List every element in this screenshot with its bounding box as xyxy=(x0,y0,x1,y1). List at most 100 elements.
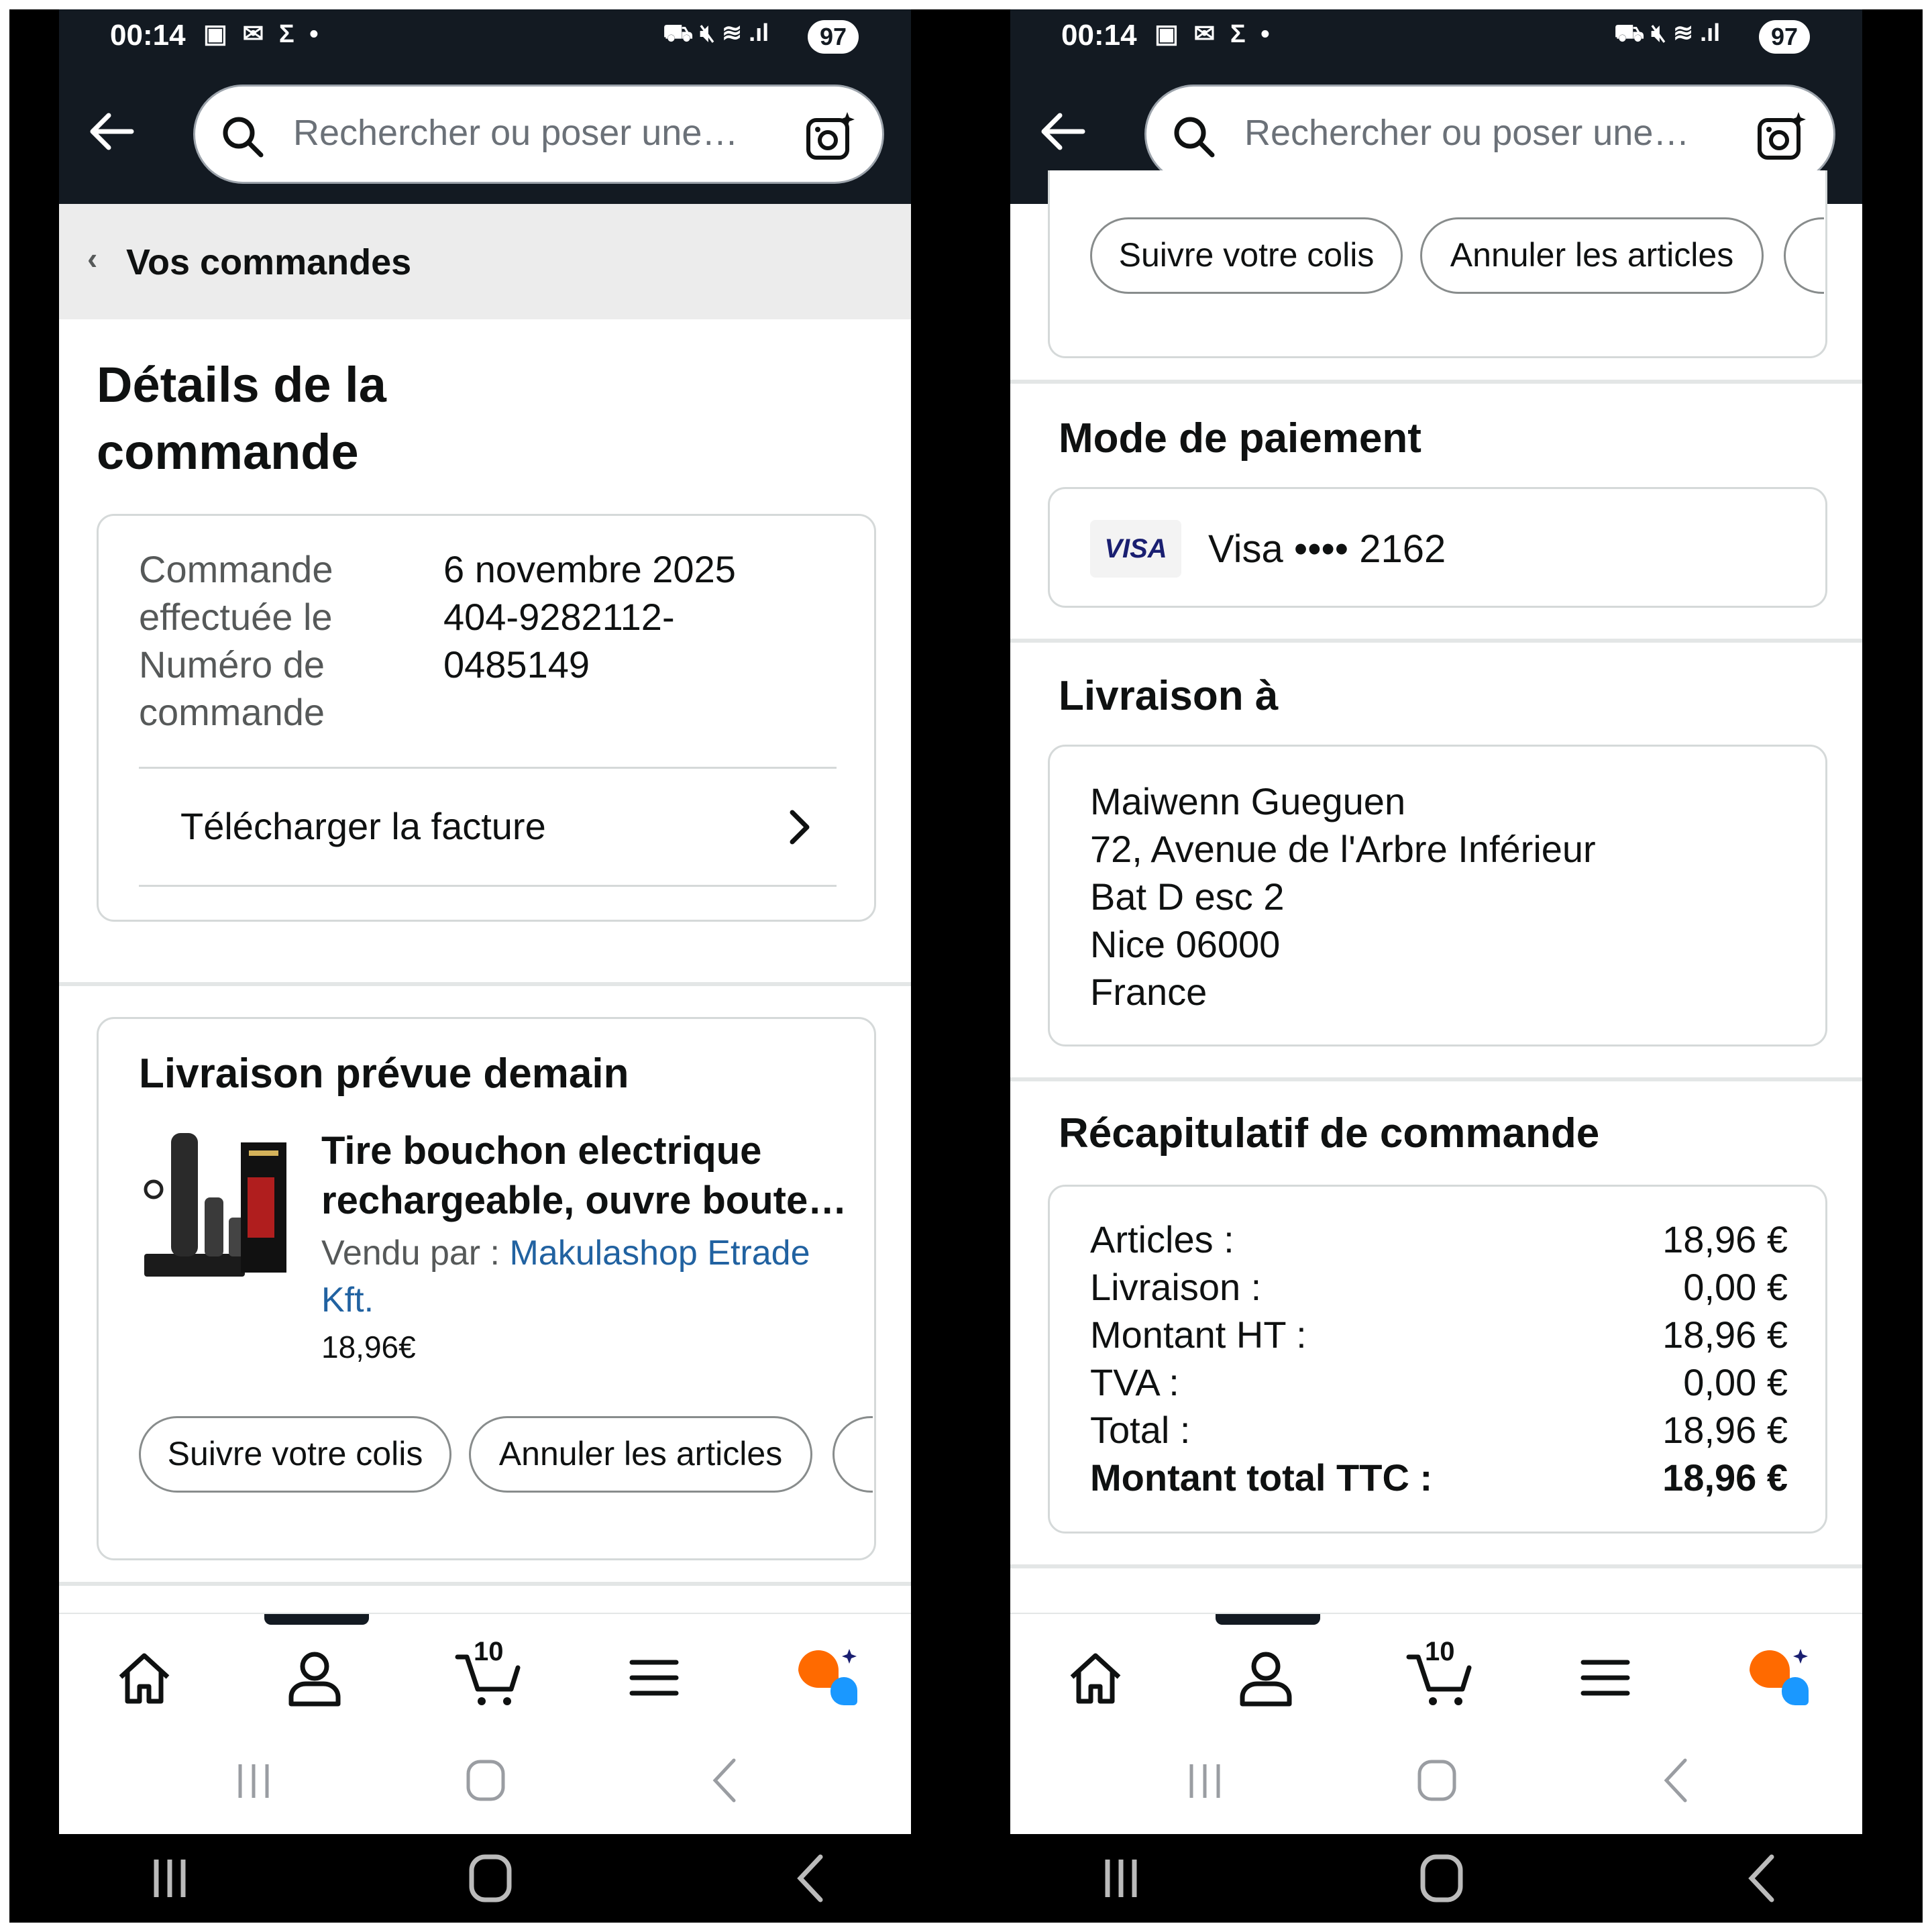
track-package-button[interactable]: Suivre votre colis xyxy=(139,1416,451,1493)
order-info-card: Commande effectuée le Numéro de commande… xyxy=(97,514,876,922)
breadcrumb-label: Vos commandes xyxy=(126,242,412,282)
recent-apps-icon[interactable] xyxy=(1171,1754,1238,1807)
right-screen: 00:14 ▣ ✉ Σ • ⛟ 🔇︎ ≋ .ıl 97 Rechercher o… xyxy=(1010,9,1862,1834)
back-nav-icon[interactable] xyxy=(692,1754,759,1807)
back-nav-icon[interactable] xyxy=(1644,1754,1711,1807)
recent-apps-icon[interactable] xyxy=(220,1754,287,1807)
home-icon[interactable] xyxy=(1065,1648,1126,1708)
section-divider xyxy=(59,1582,911,1586)
account-icon[interactable] xyxy=(284,1648,345,1708)
chevron-right-icon xyxy=(790,810,810,845)
product-title-line-1: Tire bouchon electrique xyxy=(321,1129,762,1173)
back-arrow-icon[interactable] xyxy=(85,105,138,158)
seller-link-suffix[interactable]: Kft. xyxy=(321,1281,374,1320)
back-nav-icon[interactable] xyxy=(777,1851,845,1905)
order-summary-card: Articles : 18,96 € Livraison : 0,00 € Mont… xyxy=(1048,1185,1827,1534)
connectivity-icons: ⛟ 🔇︎ ≋ .ıl xyxy=(1614,19,1721,46)
page-title: Détails de la commande xyxy=(97,352,566,486)
home-nav-icon[interactable] xyxy=(1403,1754,1470,1807)
section-divider xyxy=(1010,1564,1862,1568)
delivery-card: Livraison prévue demain Tire bouchon ele… xyxy=(97,1017,876,1560)
next-action-button-partial[interactable] xyxy=(833,1416,873,1493)
notification-icons: ▣ ✉ Σ • xyxy=(1155,20,1274,48)
summary-row-shipping: Livraison : 0,00 € xyxy=(1090,1265,1788,1309)
address-line-2: Bat D esc 2 xyxy=(1090,875,1285,918)
section-divider xyxy=(1010,380,1862,384)
cart-count: 10 xyxy=(474,1637,504,1666)
back-nav-icon[interactable] xyxy=(1729,1851,1796,1905)
cancel-items-button[interactable]: Annuler les articles xyxy=(469,1416,812,1493)
recent-apps-icon[interactable] xyxy=(1087,1851,1155,1905)
summary-value: 18,96 € xyxy=(1662,1456,1788,1499)
summary-label: Articles : xyxy=(1090,1218,1234,1260)
summary-row-total: Total : 18,96 € xyxy=(1090,1408,1788,1452)
recent-apps-icon[interactable] xyxy=(136,1851,203,1905)
divider xyxy=(139,885,837,887)
summary-label: Total : xyxy=(1090,1409,1191,1451)
address-block: Maiwenn Gueguen 72, Avenue de l'Arbre In… xyxy=(1090,777,1596,1016)
status-bar: 00:14 ▣ ✉ Σ • ⛟ 🔇︎ ≋ .ıl 97 xyxy=(59,9,911,63)
search-icon xyxy=(223,117,264,158)
section-divider xyxy=(1010,639,1862,643)
summary-row-subtotal-ht: Montant HT : 18,96 € xyxy=(1090,1313,1788,1356)
home-icon[interactable] xyxy=(114,1648,174,1708)
account-icon[interactable] xyxy=(1236,1648,1296,1708)
tab-indicator xyxy=(1216,1614,1320,1625)
order-values: 6 novembre 2025 404-9282112- 0485149 xyxy=(443,545,859,688)
address-name: Maiwenn Gueguen xyxy=(1090,780,1406,822)
page-title-line-2: commande xyxy=(97,424,359,480)
summary-value: 18,96 € xyxy=(1662,1313,1788,1356)
page-title-line-1: Détails de la xyxy=(97,357,386,413)
outer-nav-bar xyxy=(9,1834,971,1923)
order-number-1: 404-9282112- xyxy=(443,596,675,638)
status-time: 00:14 xyxy=(1061,19,1137,52)
home-nav-icon[interactable] xyxy=(1408,1851,1475,1905)
address-country: France xyxy=(1090,971,1208,1013)
back-arrow-icon[interactable] xyxy=(1036,105,1089,158)
summary-label: TVA : xyxy=(1090,1361,1179,1403)
left-phone-screenshot: 00:14 ▣ ✉ Σ • ⛟ 🔇︎ ≋ .ıl 97 Rechercher o… xyxy=(9,9,971,1923)
order-date-label-1: Commande xyxy=(139,548,333,590)
camera-lens-icon[interactable] xyxy=(806,111,857,162)
order-number-label-1: Numéro de xyxy=(139,643,325,686)
section-divider xyxy=(59,982,911,986)
product-title[interactable]: Tire bouchon electrique rechargeable, ou… xyxy=(321,1126,858,1226)
rufus-assistant-icon[interactable] xyxy=(1744,1644,1811,1711)
section-divider xyxy=(1010,1077,1862,1081)
product-image[interactable] xyxy=(140,1130,290,1285)
menu-icon[interactable] xyxy=(624,1648,684,1708)
summary-row-grand-total: Montant total TTC : 18,96 € xyxy=(1090,1456,1788,1499)
seller-line: Vendu par : Makulashop Etrade Kft. xyxy=(321,1230,858,1324)
cart-count: 10 xyxy=(1425,1637,1455,1666)
cancel-items-button[interactable]: Annuler les articles xyxy=(1420,217,1764,294)
search-icon xyxy=(1174,117,1215,158)
battery-badge: 97 xyxy=(1759,20,1810,54)
summary-value: 18,96 € xyxy=(1662,1218,1788,1260)
chevron-left-icon: ‹ xyxy=(87,241,98,276)
notification-icons: ▣ ✉ Σ • xyxy=(203,20,323,48)
seller-link[interactable]: Makulashop Etrade xyxy=(509,1234,810,1273)
camera-lens-icon[interactable] xyxy=(1757,111,1808,162)
home-nav-icon[interactable] xyxy=(452,1754,519,1807)
left-screen: 00:14 ▣ ✉ Σ • ⛟ 🔇︎ ≋ .ıl 97 Rechercher o… xyxy=(59,9,911,1834)
rufus-assistant-icon[interactable] xyxy=(793,1644,860,1711)
right-phone-screenshot: 00:14 ▣ ✉ Σ • ⛟ 🔇︎ ≋ .ıl 97 Rechercher o… xyxy=(961,9,1923,1923)
status-bar: 00:14 ▣ ✉ Σ • ⛟ 🔇︎ ≋ .ıl 97 xyxy=(1010,9,1862,63)
breadcrumb[interactable]: ‹ Vos commandes xyxy=(59,204,911,319)
order-date: 6 novembre 2025 xyxy=(443,548,736,590)
track-package-button[interactable]: Suivre votre colis xyxy=(1090,217,1403,294)
summary-heading: Récapitulatif de commande xyxy=(1059,1110,1600,1157)
search-bar[interactable]: Rechercher ou poser une… xyxy=(193,85,884,184)
menu-icon[interactable] xyxy=(1575,1648,1635,1708)
summary-row-vat: TVA : 0,00 € xyxy=(1090,1360,1788,1404)
app-header: Rechercher ou poser une… xyxy=(59,63,911,204)
product-title-line-2: rechargeable, ouvre boute… xyxy=(321,1179,847,1222)
next-action-button-partial[interactable] xyxy=(1784,217,1824,294)
summary-label: Livraison : xyxy=(1090,1266,1262,1308)
payment-card: VISA Visa •••• 2162 xyxy=(1048,487,1827,608)
search-bar[interactable]: Rechercher ou poser une… xyxy=(1144,85,1835,184)
summary-value: 18,96 € xyxy=(1662,1409,1788,1451)
download-invoice-row[interactable]: Télécharger la facture xyxy=(139,769,837,885)
home-nav-icon[interactable] xyxy=(457,1851,524,1905)
address-city: Nice 06000 xyxy=(1090,923,1281,965)
